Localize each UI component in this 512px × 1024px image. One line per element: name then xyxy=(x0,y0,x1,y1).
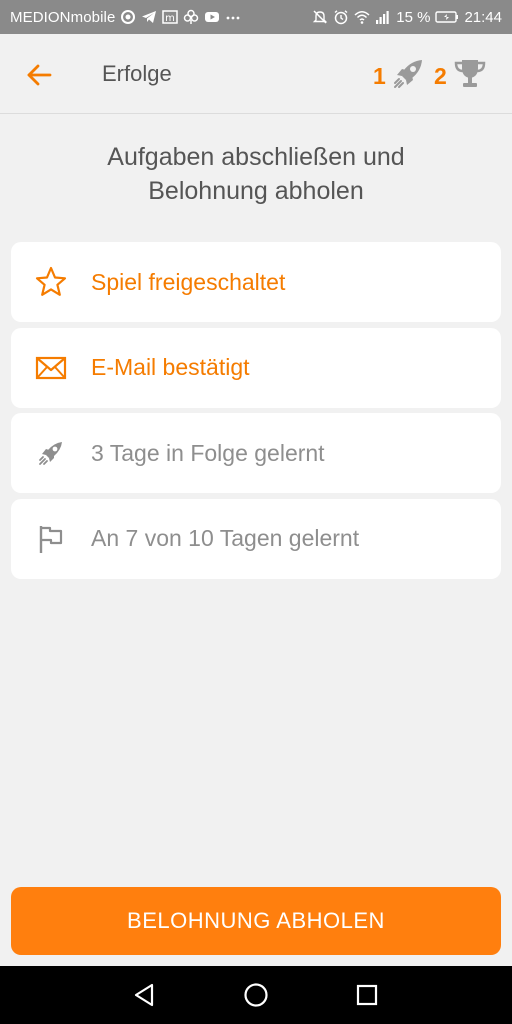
carrier-label: MEDIONmobile xyxy=(10,8,116,26)
trophy-icon xyxy=(453,56,487,96)
mute-icon xyxy=(312,9,328,25)
rocket-count: 1 xyxy=(373,62,386,89)
task-card-7-of-10-days: An 7 von 10 Tagen gelernt xyxy=(11,498,501,579)
task-card-3-days-streak: 3 Tage in Folge gelernt xyxy=(11,413,501,493)
heading-line-1: Aufgaben abschließen und xyxy=(107,143,405,171)
clover-icon xyxy=(183,9,199,25)
square-recents-icon xyxy=(356,984,377,1006)
status-bar: MEDIONmobile m 15 % 21:44 xyxy=(0,0,512,34)
battery-percent: 15 % xyxy=(396,8,431,26)
wifi-icon xyxy=(354,9,370,25)
task-label: E-Mail bestätigt xyxy=(91,354,250,380)
claim-reward-button[interactable]: BELOHNUNG ABHOLEN xyxy=(11,887,501,955)
heading-line-2: Belohnung abholen xyxy=(148,177,364,205)
more-dots-icon xyxy=(225,9,241,25)
rocket-icon xyxy=(392,56,426,96)
triangle-back-icon xyxy=(135,983,154,1007)
m-icon: m xyxy=(162,9,179,25)
clock: 21:44 xyxy=(464,8,502,26)
rocket-counter: 1 xyxy=(373,56,426,96)
signal-icon xyxy=(375,9,391,25)
task-label: An 7 von 10 Tagen gelernt xyxy=(91,525,360,551)
star-icon xyxy=(33,264,69,300)
telegram-icon xyxy=(141,9,157,25)
alarm-icon xyxy=(333,9,349,25)
trophy-count: 2 xyxy=(434,62,447,89)
navigation-bar xyxy=(0,966,512,1024)
circle-home-icon xyxy=(244,983,268,1007)
task-card-email-confirmed: E-Mail bestätigt xyxy=(11,327,501,408)
task-card-game-unlocked: Spiel freigeschaltet xyxy=(11,242,501,322)
heading: Aufgaben abschließen und Belohnung abhol… xyxy=(40,140,472,208)
rocket-icon xyxy=(33,435,69,471)
screen: MEDIONmobile m 15 % 21:44 Erfolge 1 2 Au… xyxy=(0,0,512,1024)
task-label: Spiel freigeschaltet xyxy=(91,268,286,295)
back-button[interactable] xyxy=(22,58,56,92)
task-label: 3 Tage in Folge gelernt xyxy=(91,439,325,466)
svg-text:m: m xyxy=(166,13,176,24)
flag-icon xyxy=(33,521,69,557)
nav-recents-button[interactable] xyxy=(347,975,387,1015)
youtube-icon xyxy=(204,9,220,25)
envelope-icon xyxy=(33,350,69,386)
nav-back-button[interactable] xyxy=(125,975,165,1015)
app-bar: Erfolge 1 2 xyxy=(0,34,512,114)
nav-home-button[interactable] xyxy=(236,975,276,1015)
circle-icon xyxy=(120,9,136,25)
status-left: MEDIONmobile m xyxy=(10,9,241,26)
status-right: 15 % 21:44 xyxy=(312,9,502,26)
task-list: Spiel freigeschaltet E-Mail bestätigt 3 … xyxy=(11,242,501,584)
battery-icon xyxy=(435,9,459,25)
trophy-counter: 2 xyxy=(434,56,487,96)
arrow-left-icon xyxy=(27,64,52,86)
page-title: Erfolge xyxy=(102,61,172,86)
